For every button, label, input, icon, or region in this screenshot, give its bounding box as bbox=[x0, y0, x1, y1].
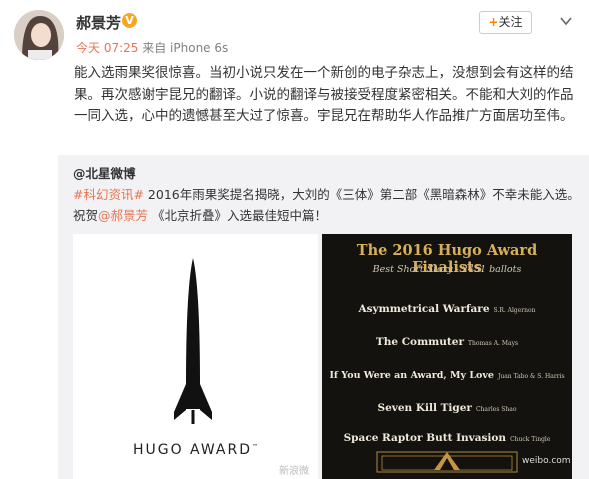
hugo-rocket-icon bbox=[174, 258, 212, 424]
image-watermark: weibo.com bbox=[522, 456, 571, 466]
post-header: 郝景芳 V 今天 07:25 来自 iPhone 6s +关注 bbox=[0, 0, 589, 62]
post-meta: 今天 07:25 来自 iPhone 6s bbox=[76, 39, 228, 56]
finalist-entry: Asymmetrical Warfare S.R. Algernon bbox=[358, 303, 536, 315]
finalist-entry: If You Were an Award, My Love Juan Tabo &… bbox=[329, 370, 565, 381]
chevron-down-icon[interactable] bbox=[559, 14, 573, 28]
plus-icon: + bbox=[488, 15, 499, 29]
finalist-entry: Space Raptor Butt Invasion Chuck Tingle bbox=[343, 432, 551, 444]
post-content: 能入选雨果奖很惊喜。当初小说只发在一个新创的电子杂志上，没想到会有这样的结果。再… bbox=[74, 65, 574, 124]
hugo-finalists-image[interactable]: The 2016 Hugo Award Finalists Best Short… bbox=[322, 234, 572, 479]
topic-link[interactable]: #科幻资讯# bbox=[73, 187, 144, 202]
post-time[interactable]: 今天 07:25 bbox=[76, 41, 138, 55]
post-source: 来自 iPhone 6s bbox=[142, 41, 229, 55]
follow-button[interactable]: +关注 bbox=[479, 11, 532, 34]
image-watermark: 新浪微博 bbox=[279, 466, 309, 477]
avatar-photo bbox=[14, 10, 64, 60]
verified-badge-icon: V bbox=[122, 13, 137, 28]
repost-author[interactable]: @北星微博 bbox=[73, 163, 136, 182]
avatar[interactable] bbox=[14, 10, 64, 60]
repost-card: @北星微博 #科幻资讯# 2016年雨果奖提名揭晓，大刘的《三体》第二部《黑暗森… bbox=[58, 155, 589, 479]
finalist-entry: The Commuter Thomas A. Mays bbox=[375, 336, 519, 348]
finalists-subtitle: Best Short Story - 2451 ballots bbox=[372, 264, 522, 275]
mention-link[interactable]: @郝景芳 bbox=[98, 208, 148, 223]
follow-label: 关注 bbox=[498, 15, 523, 29]
username[interactable]: 郝景芳 bbox=[76, 12, 121, 33]
hugo-award-image[interactable]: HUGO AWARD™ 新浪微博 bbox=[73, 234, 318, 479]
repost-text: #科幻资讯# 2016年雨果奖提名揭晓，大刘的《三体》第二部《黑暗森林》不幸未能… bbox=[73, 187, 580, 223]
hugo-award-label: HUGO AWARD™ bbox=[132, 442, 259, 458]
finalist-entry: Seven Kill Tiger Charles Shao bbox=[377, 402, 517, 414]
